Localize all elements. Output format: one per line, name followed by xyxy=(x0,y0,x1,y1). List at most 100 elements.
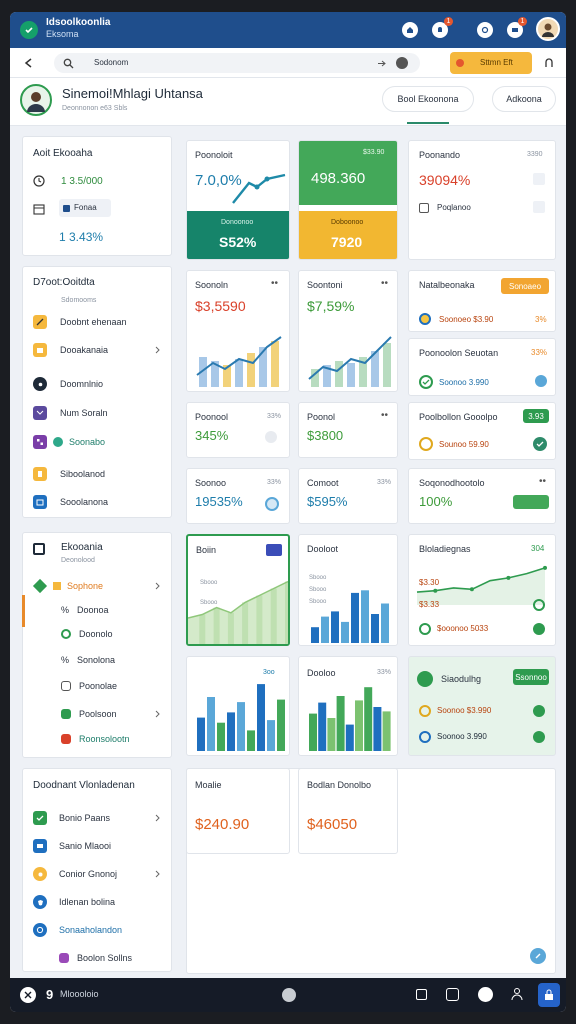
schedule-card[interactable]: Siaodulhg Ssonnoo Soonoo $3.990 Soonoo 3… xyxy=(408,656,556,756)
tab-accounts[interactable]: Adkoona xyxy=(492,86,556,112)
card-title: Poonoolon Seuotan xyxy=(419,348,499,358)
sidebar-item-1[interactable]: Doobnt ehenaan xyxy=(23,309,171,335)
chart-bar xyxy=(345,724,354,751)
summary-tag[interactable]: Fonaa xyxy=(59,199,111,217)
back-arrow-icon[interactable] xyxy=(22,56,36,70)
kpi-card-red[interactable]: Poonando 3390 39094% Poqlanoo xyxy=(408,140,556,260)
card-teal-block[interactable]: Donoonoo S52% xyxy=(187,211,289,259)
person-icon[interactable] xyxy=(510,987,524,1001)
home-icon[interactable] xyxy=(402,22,418,38)
card-action-button[interactable]: Sonoaeo xyxy=(501,278,549,294)
tree-item-3[interactable]: Doonolo xyxy=(23,621,171,647)
stat-card-3[interactable]: Soonoo 33% 19535% xyxy=(186,468,290,524)
avatar[interactable] xyxy=(536,17,560,41)
more-dots-icon[interactable]: •• xyxy=(381,279,388,289)
chart-bar xyxy=(247,353,255,387)
schedule-button[interactable]: Ssonnoo xyxy=(513,669,549,685)
bar-chart-card-3[interactable]: Dooloo 33% xyxy=(298,656,398,756)
chart-bar xyxy=(371,614,379,643)
close-icon[interactable] xyxy=(20,987,36,1003)
stat-card-5[interactable]: Soqonodhootolo •• 100% xyxy=(408,468,556,524)
help-fab-icon[interactable] xyxy=(530,948,546,964)
tab-active-underline xyxy=(407,122,449,124)
share-icon[interactable] xyxy=(376,58,386,68)
kpi-card-green[interactable]: $33.90 498.360 Doboonoo 7920 xyxy=(298,140,398,260)
link-item-label: Sonaaholandon xyxy=(59,924,123,935)
sidebar-item-6[interactable]: Siboolanod xyxy=(23,461,171,487)
link-item-1[interactable]: Bonio Paans xyxy=(23,805,171,831)
list-card-green[interactable]: Poonoolon Seuotan 33% Soonoo 3.990 xyxy=(408,338,556,396)
chat-icon[interactable] xyxy=(478,987,493,1002)
chart-card-2[interactable]: Soontoni •• $7,59% xyxy=(298,270,398,392)
card-title: Bodlan Donolbo xyxy=(307,780,372,790)
stat-card-4[interactable]: Comoot 33% $595% xyxy=(298,468,398,524)
lock-icon[interactable] xyxy=(538,983,560,1007)
tree-item-6[interactable]: Poolsoon xyxy=(23,701,171,727)
more-dots-icon[interactable]: •• xyxy=(271,279,278,289)
tree-item-4[interactable]: % Sonolona xyxy=(23,647,171,673)
link-item-6[interactable]: Boolon Sollns xyxy=(23,945,171,971)
chart-bar xyxy=(347,363,355,387)
tree-item-5[interactable]: Poonolae xyxy=(23,673,171,699)
value-card-1[interactable]: Moalie $240.90 xyxy=(186,768,290,854)
area-chart-card[interactable]: Boiin Sbooo Sbooo xyxy=(186,534,290,646)
tree-item-1[interactable]: Sophone xyxy=(23,573,171,599)
value-card-2[interactable]: Bodlan Donolbo $46050 xyxy=(298,768,398,854)
area-column xyxy=(227,612,234,644)
sidebar-item-4[interactable]: Num Soraln xyxy=(23,400,171,426)
chart-card-1[interactable]: Soonoln •• $3,5590 xyxy=(186,270,290,392)
app-title: Idsoolkoonlia xyxy=(46,17,111,28)
sidebar-item-label: Sooolanona xyxy=(60,496,109,507)
tree-item-2[interactable]: % Doonoa xyxy=(23,597,171,623)
bar-chart-card-2[interactable]: 3oo xyxy=(186,656,290,756)
stat-card-1[interactable]: Poonool 33% 345% xyxy=(186,402,290,458)
link-item-5[interactable]: Sonaaholandon xyxy=(23,917,171,943)
nav-subtitle: Sdomooms xyxy=(61,297,97,304)
more-dots-icon[interactable]: •• xyxy=(381,411,388,421)
sidebar-item-3[interactable]: Doomnlnio xyxy=(23,371,171,397)
status-circle-icon xyxy=(535,375,547,387)
settings-icon[interactable] xyxy=(396,57,408,69)
chart-bar xyxy=(331,611,339,643)
status-dot-icon xyxy=(265,497,279,511)
app-screen: Idsoolkoonlia Eksoma 1 1 Sodonom Sttmn E… xyxy=(10,12,566,1012)
address-action-button[interactable]: Sttmn Eft xyxy=(450,52,532,74)
tree-item-7[interactable]: Roonsolootn xyxy=(23,726,171,752)
square-icon[interactable] xyxy=(416,989,427,1000)
edit-icon[interactable] xyxy=(446,988,459,1001)
bottom-bar: 9 Mloooloio xyxy=(10,978,566,1012)
sparkline xyxy=(232,173,286,204)
small-square-icon xyxy=(53,582,61,590)
address-field[interactable]: Sodonom xyxy=(54,53,420,73)
bar-chart-card[interactable]: Dooloot Sbooo Sbooo Sbooo xyxy=(298,534,398,646)
menu-icon[interactable] xyxy=(266,544,282,556)
tab-overview[interactable]: Bool Ekoonona xyxy=(382,86,474,112)
card-badge: 33% xyxy=(531,348,548,357)
sidebar-item-7[interactable]: Sooolanona xyxy=(23,489,171,515)
check-circle-icon xyxy=(533,731,545,743)
stat-card-2[interactable]: Poonol •• $3800 xyxy=(298,402,398,458)
sidebar-item-label: Num Soraln xyxy=(60,407,108,418)
card-block-value: 7920 xyxy=(331,234,363,250)
sidebar-item-2[interactable]: Dooakanaia xyxy=(23,337,171,363)
sidebar-item-5[interactable]: Soonabo xyxy=(23,429,171,455)
more-icon[interactable] xyxy=(533,201,545,213)
user-avatar[interactable] xyxy=(20,84,52,116)
link-item-3[interactable]: Conior Gnonoj xyxy=(23,861,171,887)
card-title: Soqonodhootolo xyxy=(419,478,485,488)
help-icon[interactable] xyxy=(477,22,493,38)
chart-bar xyxy=(341,621,349,643)
card-value: $3800 xyxy=(307,428,344,443)
link-item-4[interactable]: Idlenan bolina xyxy=(23,889,171,915)
kpi-card-line[interactable]: Poonoloit 7.0,0% Donoonoo S52% xyxy=(186,140,290,260)
list-card-gold[interactable]: Poolbollon Gooolpo 3.93 Sounoo 59.90 xyxy=(408,402,556,460)
chevron-right-icon xyxy=(153,814,161,822)
card-title: Poonol xyxy=(307,412,336,422)
home-button[interactable] xyxy=(282,988,296,1002)
more-dots-icon[interactable]: •• xyxy=(539,477,546,487)
lock-icon[interactable] xyxy=(542,56,556,70)
main-content: Aoit Ekooaha 1 3.5/000 Fonaa 1 3.43% D7o… xyxy=(10,126,566,978)
link-item-2[interactable]: Sanio Mlaooi xyxy=(23,833,171,859)
line-chart-card[interactable]: Bloladiegnas 304 $3.30 $3.33 $ooonoo 503… xyxy=(408,534,556,646)
list-card-orange[interactable]: Natalbeonaka Sonoaeo Soonoeo $3.90 3% xyxy=(408,270,556,332)
